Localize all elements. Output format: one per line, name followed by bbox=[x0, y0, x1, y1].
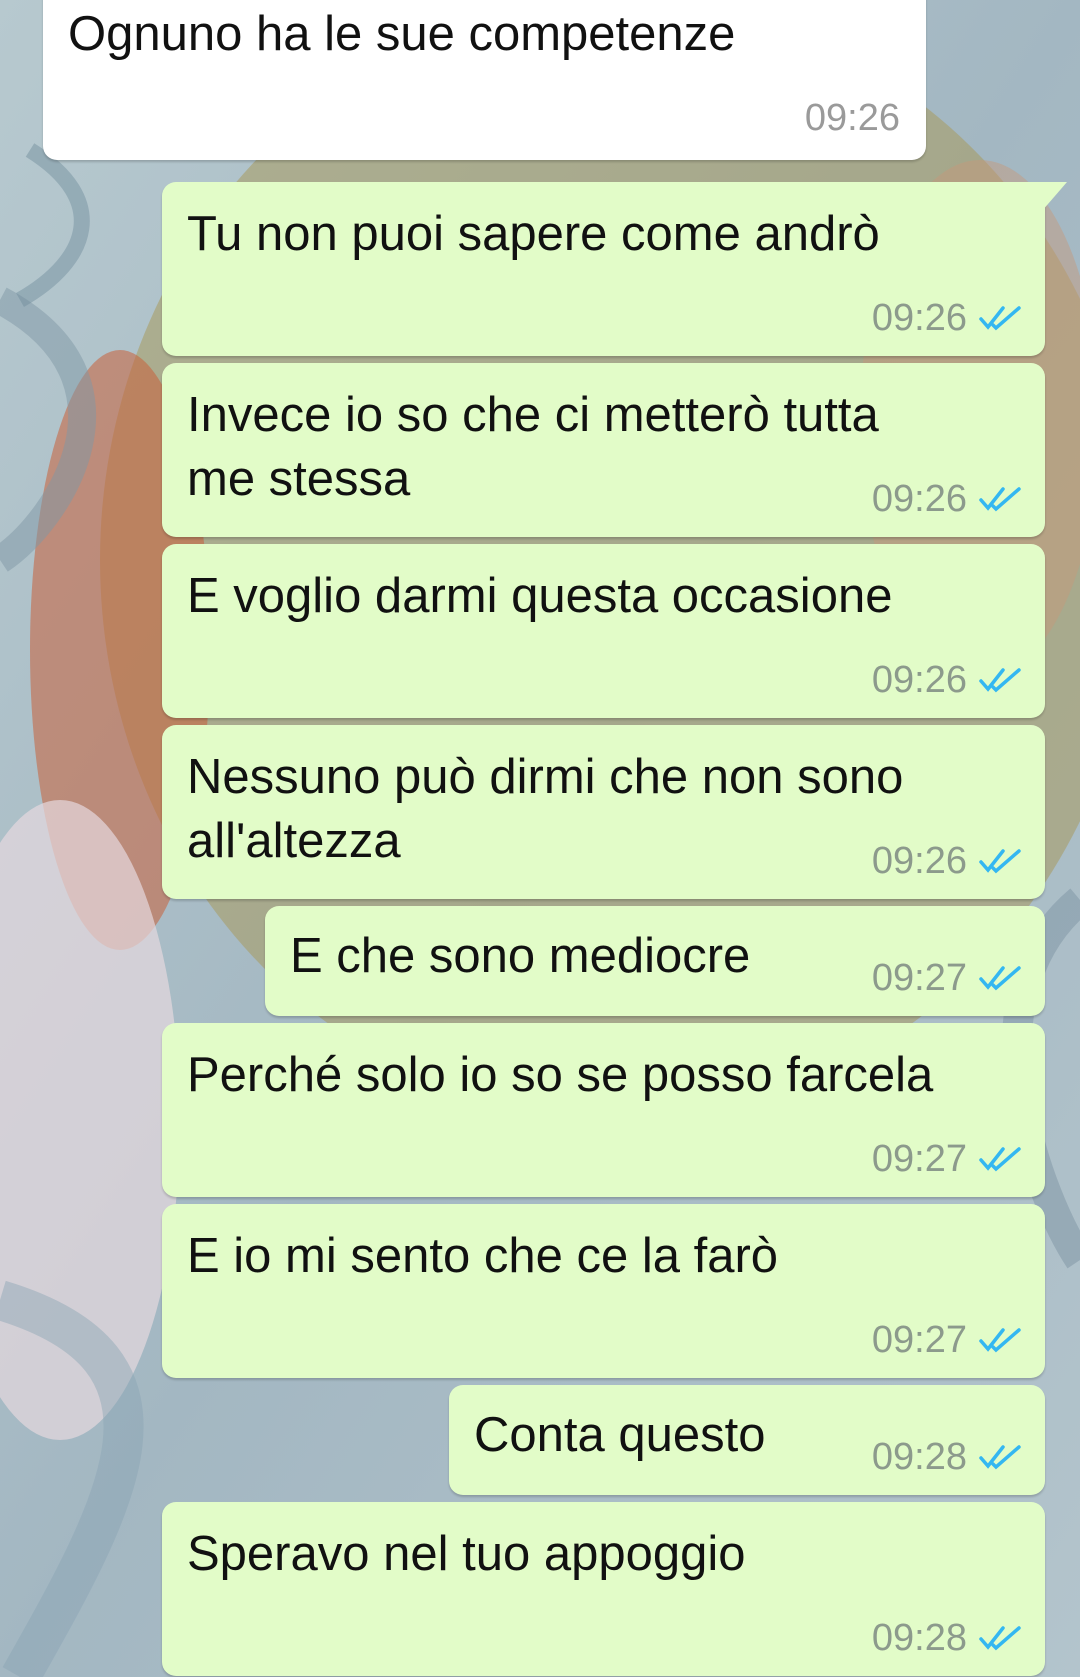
message-text: E voglio darmi questa occasione bbox=[187, 569, 893, 623]
message-meta: 09:28 bbox=[872, 1618, 1021, 1658]
message-meta: 09:26 bbox=[872, 841, 1021, 881]
message-meta: 09:27 bbox=[872, 958, 1021, 998]
message-text: Invece io so che ci metterò tutta me ste… bbox=[187, 388, 879, 506]
message-time: 09:26 bbox=[871, 478, 967, 520]
message-meta: 09:26 bbox=[872, 660, 1021, 700]
message-time: 09:27 bbox=[871, 1319, 967, 1361]
message-text: Speravo nel tuo appoggio bbox=[187, 1527, 746, 1581]
outgoing-message-bubble[interactable]: E voglio darmi questa occasione 09:26 bbox=[162, 544, 1045, 718]
message-meta: 09:27 bbox=[872, 1320, 1021, 1360]
message-time: 09:26 bbox=[871, 659, 967, 701]
outgoing-message-bubble[interactable]: Invece io so che ci metterò tutta me ste… bbox=[162, 363, 1045, 537]
message-meta: 09:26 bbox=[872, 479, 1021, 519]
double-check-read-icon bbox=[979, 849, 1021, 874]
double-check-read-icon bbox=[979, 487, 1021, 512]
outgoing-message-bubble[interactable]: Conta questo 09:28 bbox=[449, 1385, 1045, 1495]
message-time: 09:28 bbox=[871, 1617, 967, 1659]
double-check-read-icon bbox=[979, 1626, 1021, 1651]
outgoing-message-bubble[interactable]: Speravo nel tuo appoggio 09:28 bbox=[162, 1502, 1045, 1676]
message-meta: 09:27 bbox=[872, 1139, 1021, 1179]
message-text: E io mi sento che ce la farò bbox=[187, 1229, 779, 1283]
double-check-read-icon bbox=[979, 1328, 1021, 1353]
double-check-read-icon bbox=[979, 1445, 1021, 1470]
outgoing-message-bubble[interactable]: E che sono mediocre 09:27 bbox=[265, 906, 1045, 1016]
double-check-read-icon bbox=[979, 668, 1021, 693]
incoming-message-bubble[interactable]: Ognuno ha le sue competenze 09:26 bbox=[43, 0, 926, 160]
message-time: 09:26 bbox=[871, 840, 967, 882]
double-check-read-icon bbox=[979, 1147, 1021, 1172]
outgoing-message-bubble[interactable]: Perché solo io so se posso farcela 09:27 bbox=[162, 1023, 1045, 1197]
message-time: 09:27 bbox=[871, 1138, 967, 1180]
message-time: 09:26 bbox=[804, 97, 900, 139]
double-check-read-icon bbox=[979, 966, 1021, 991]
message-time: 09:28 bbox=[871, 1436, 967, 1478]
message-meta: 09:26 bbox=[805, 98, 900, 138]
message-text: Nessuno può dirmi che non sono all'altez… bbox=[187, 750, 904, 868]
double-check-read-icon bbox=[979, 306, 1021, 331]
message-meta: 09:28 bbox=[872, 1437, 1021, 1477]
message-text: Perché solo io so se posso farcela bbox=[187, 1048, 934, 1102]
outgoing-message-bubble[interactable]: Tu non puoi sapere come andrò 09:26 bbox=[162, 182, 1067, 356]
message-time: 09:27 bbox=[871, 957, 967, 999]
message-text: Conta questo bbox=[474, 1408, 766, 1462]
message-meta: 09:26 bbox=[872, 298, 1021, 338]
outgoing-message-bubble[interactable]: E io mi sento che ce la farò 09:27 bbox=[162, 1204, 1045, 1378]
message-text: E che sono mediocre bbox=[290, 929, 751, 983]
message-text: Ognuno ha le sue competenze bbox=[68, 7, 736, 61]
bubble-tail-icon bbox=[1041, 182, 1067, 212]
message-text: Tu non puoi sapere come andrò bbox=[187, 207, 880, 261]
outgoing-message-bubble[interactable]: Nessuno può dirmi che non sono all'altez… bbox=[162, 725, 1045, 899]
message-time: 09:26 bbox=[871, 297, 967, 339]
